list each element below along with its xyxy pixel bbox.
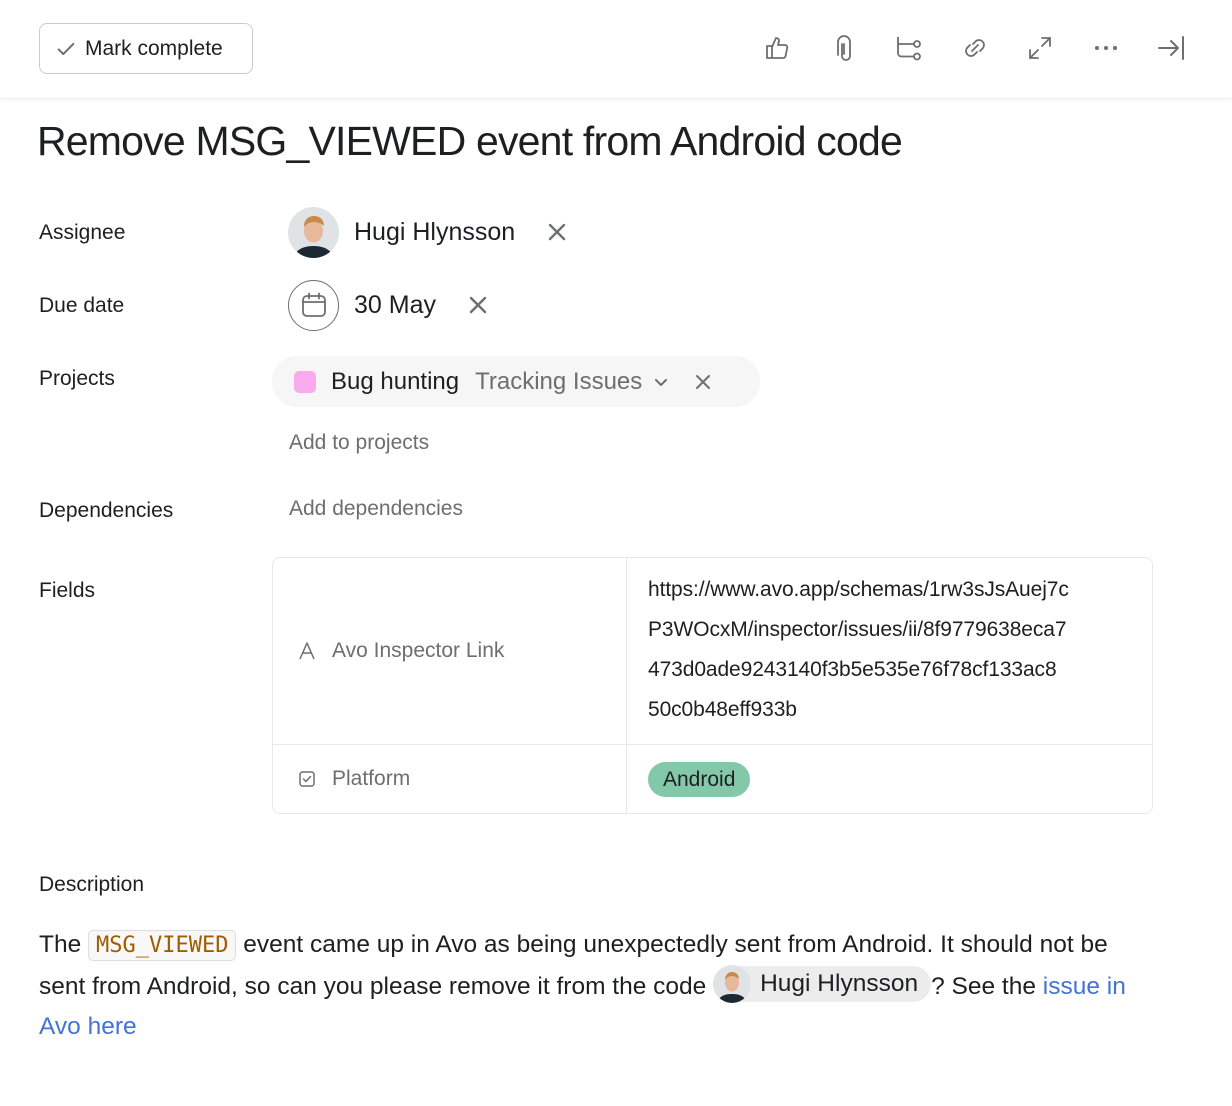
attachment-icon (836, 35, 851, 61)
field-value-line[interactable]: 473d0ade9243140f3b5e535e76f78cf133ac8 (648, 658, 1057, 682)
text-field-icon (299, 642, 315, 660)
mark-complete-button[interactable]: Mark complete (39, 23, 253, 74)
due-date-label: Due date (39, 294, 125, 317)
project-section[interactable]: Tracking Issues (475, 368, 642, 396)
dependencies-label: Dependencies (39, 499, 174, 522)
subtask-icon (897, 37, 921, 61)
mark-complete-label: Mark complete (85, 36, 223, 60)
task-title[interactable]: Remove MSG_VIEWED event from Android cod… (37, 118, 903, 165)
assignee-field[interactable]: Hugi Hlynsson (288, 206, 569, 258)
field-value-line[interactable]: https://www.avo.app/schemas/1rw3sJsAuej7… (648, 578, 1069, 602)
field-value-line[interactable]: 50c0b48eff933b (648, 698, 797, 722)
description-segment: ? See the (931, 972, 1043, 1000)
add-subtask-button[interactable] (889, 28, 929, 68)
description-label: Description (39, 873, 145, 896)
description-segment: The (39, 931, 89, 958)
mention-name: Hugi Hlynsson (760, 969, 919, 997)
field-row-platform: Platform Android (273, 745, 1152, 813)
field-row-avo-inspector-link: Avo Inspector Link https://www.avo.app/s… (273, 558, 1152, 745)
project-pill[interactable]: Bug hunting Tracking Issues (272, 356, 760, 407)
more-icon (1094, 46, 1117, 50)
platform-value-chip[interactable]: Android (648, 762, 751, 797)
remove-project-icon[interactable] (694, 373, 712, 391)
assignee-name: Hugi Hlynsson (354, 217, 516, 246)
more-actions-button[interactable] (1086, 28, 1126, 68)
assignee-label: Assignee (39, 221, 126, 244)
toolbar-actions (758, 28, 1217, 68)
avatar (713, 965, 752, 1004)
close-icon (548, 223, 566, 241)
inline-code: MSG_VIEWED (88, 930, 237, 961)
user-mention[interactable]: Hugi Hlynsson (713, 965, 932, 1004)
thumbs-up-icon (766, 37, 789, 59)
attach-button[interactable] (824, 28, 864, 68)
field-name: Avo Inspector Link (297, 639, 504, 663)
add-to-projects-button[interactable]: Add to projects (289, 431, 429, 455)
field-value-line[interactable]: P3WOcxM/inspector/issues/ii/8f9779638eca… (648, 618, 1067, 642)
avatar (288, 206, 339, 258)
remove-assignee-button[interactable] (545, 220, 569, 244)
field-name: Platform (297, 767, 410, 791)
single-select-icon (299, 771, 315, 787)
chevron-down-icon[interactable] (652, 373, 670, 391)
project-name[interactable]: Bug hunting (331, 368, 459, 396)
copy-link-button[interactable] (955, 28, 995, 68)
calendar-icon (288, 279, 339, 331)
due-date-field[interactable]: 30 May (288, 279, 490, 331)
like-button[interactable] (758, 28, 798, 68)
close-panel-icon (1158, 36, 1184, 60)
project-color-swatch (294, 370, 316, 393)
clear-due-date-button[interactable] (466, 293, 490, 317)
description-text[interactable]: The MSG_VIEWED event came up in Avo as b… (39, 925, 1159, 1048)
add-dependencies-button[interactable]: Add dependencies (289, 497, 463, 521)
due-date-value: 30 May (354, 290, 436, 319)
task-toolbar: Mark complete (0, 0, 1232, 99)
link-icon (964, 39, 985, 57)
close-details-button[interactable] (1151, 28, 1191, 68)
check-icon (57, 42, 75, 55)
expand-icon (1029, 37, 1051, 59)
custom-fields-table: Avo Inspector Link https://www.avo.app/s… (272, 557, 1153, 814)
projects-label: Projects (39, 367, 115, 390)
fullscreen-button[interactable] (1020, 28, 1060, 68)
fields-label: Fields (39, 579, 96, 602)
close-icon (469, 296, 487, 314)
